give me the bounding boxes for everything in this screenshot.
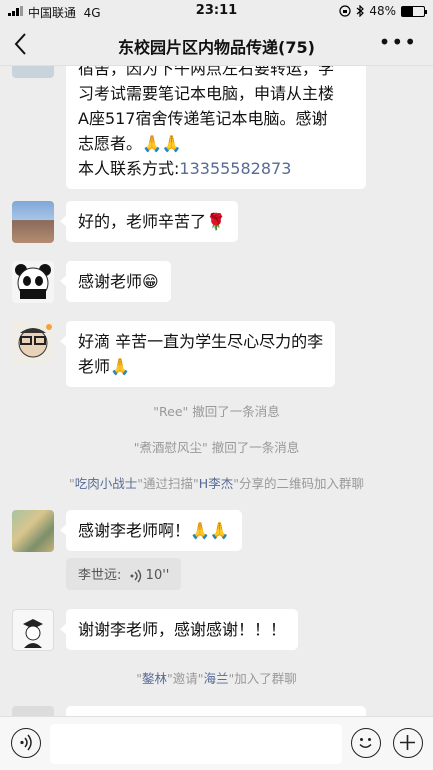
bluetooth-icon — [356, 5, 365, 17]
message-bubble[interactable]: 谢谢李老师，感谢感谢！！！ — [59, 609, 299, 650]
message-line: 志愿者。🙏🙏 — [78, 134, 182, 153]
message-line: 好滴 辛苦一直为学生尽心尽力的李 — [78, 332, 324, 351]
message-bubble[interactable]: 宿舍，因为下午两点左右要转运，学 习考试需要笔记本电脑，申请从主楼 A座517宿… — [66, 66, 366, 189]
avatar[interactable] — [12, 706, 54, 716]
member-name-link[interactable]: 鏊林 — [142, 671, 167, 686]
system-action: 撤回了一条消息 — [207, 440, 300, 455]
phone-link[interactable]: 13355582873 — [179, 159, 291, 178]
voice-message[interactable]: 李世远: 10'' — [66, 558, 182, 590]
message-input[interactable] — [50, 724, 342, 764]
message-bubble[interactable] — [66, 706, 366, 716]
voice-wave-icon — [130, 569, 141, 582]
message-text: 感谢老师😁 — [78, 272, 159, 291]
message-bubble[interactable]: 感谢老师😁 — [60, 261, 171, 302]
message-line: 老师🙏 — [78, 357, 130, 376]
avatar[interactable] — [12, 609, 54, 651]
cartoon-avatar-image — [18, 324, 52, 358]
system-name: "Ree" — [153, 404, 189, 419]
chat-header: 东校园片区内物品传递(75) ••• — [0, 22, 433, 66]
emoji-icon[interactable] — [351, 728, 381, 758]
avatar[interactable] — [12, 201, 54, 243]
contact-label: 本人联系方式: — [78, 159, 180, 178]
voice-icon[interactable] — [11, 728, 41, 758]
chat-area[interactable]: 宿舍，因为下午两点左右要转运，学 习考试需要笔记本电脑，申请从主楼 A座517宿… — [0, 66, 433, 716]
member-name-link[interactable]: 吃肉小战士 — [75, 476, 138, 491]
avatar[interactable] — [12, 261, 54, 303]
message-line: 宿舍，因为下午两点左右要转运，学 — [78, 66, 335, 78]
member-name-link[interactable]: H李杰 — [199, 476, 233, 491]
message-text: 感谢李老师啊！🙏🙏 — [78, 521, 230, 540]
message-bubble[interactable]: 好的，老师辛苦了🌹 — [60, 201, 238, 242]
more-icon[interactable]: ••• — [379, 30, 417, 54]
emoji-glyph — [359, 738, 372, 748]
group-title: 东校园片区内物品传递(75) — [118, 38, 315, 57]
message-text: 谢谢李老师，感谢感谢！！！ — [78, 620, 287, 639]
system-action: "分享的二维码加入群聊 — [233, 476, 364, 491]
message-line: 习考试需要笔记本电脑，申请从主楼 — [78, 84, 335, 103]
system-message: "煮酒慰风尘" 撤回了一条消息 — [0, 437, 433, 456]
message-bubble[interactable]: 感谢李老师啊！🙏🙏 — [60, 510, 242, 551]
avatar[interactable] — [12, 321, 54, 363]
avatar[interactable] — [12, 66, 54, 78]
chevron-left-icon[interactable] — [14, 32, 28, 56]
system-name: "煮酒慰风尘" — [133, 440, 208, 455]
input-bar — [0, 716, 433, 770]
status-bar: 中国联通 4G 23:11 48% — [0, 0, 433, 22]
system-message: "鏊林"邀请"海兰"加入了群聊 — [0, 668, 433, 687]
voice-duration: 10'' — [145, 568, 170, 583]
voice-glyph — [20, 734, 32, 751]
system-action: 撤回了一条消息 — [188, 404, 280, 419]
orientation-lock-icon — [339, 5, 351, 17]
voice-sender: 李世远: — [78, 568, 122, 583]
system-action: "通过扫描" — [137, 476, 199, 491]
system-action: "加入了群聊 — [228, 671, 297, 686]
system-action: "邀请" — [167, 671, 204, 686]
system-message: "Ree" 撤回了一条消息 — [0, 401, 433, 420]
system-message: "吃肉小战士"通过扫描"H李杰"分享的二维码加入群聊 — [0, 473, 433, 492]
message-line: A座517宿舍传递笔记本电脑。感谢 — [78, 109, 328, 128]
battery-icon — [401, 5, 427, 17]
graduate-avatar-image — [23, 619, 43, 648]
plus-icon[interactable] — [393, 728, 423, 758]
member-name-link[interactable]: 海兰 — [204, 671, 229, 686]
message-text: 好的，老师辛苦了🌹 — [78, 212, 226, 231]
battery-percent: 48% — [369, 4, 396, 18]
plus-glyph — [400, 735, 415, 750]
message-bubble[interactable]: 好滴 辛苦一直为学生尽心尽力的李 老师🙏 — [59, 321, 336, 387]
panda-avatar-image — [15, 264, 51, 299]
avatar[interactable] — [12, 510, 54, 552]
